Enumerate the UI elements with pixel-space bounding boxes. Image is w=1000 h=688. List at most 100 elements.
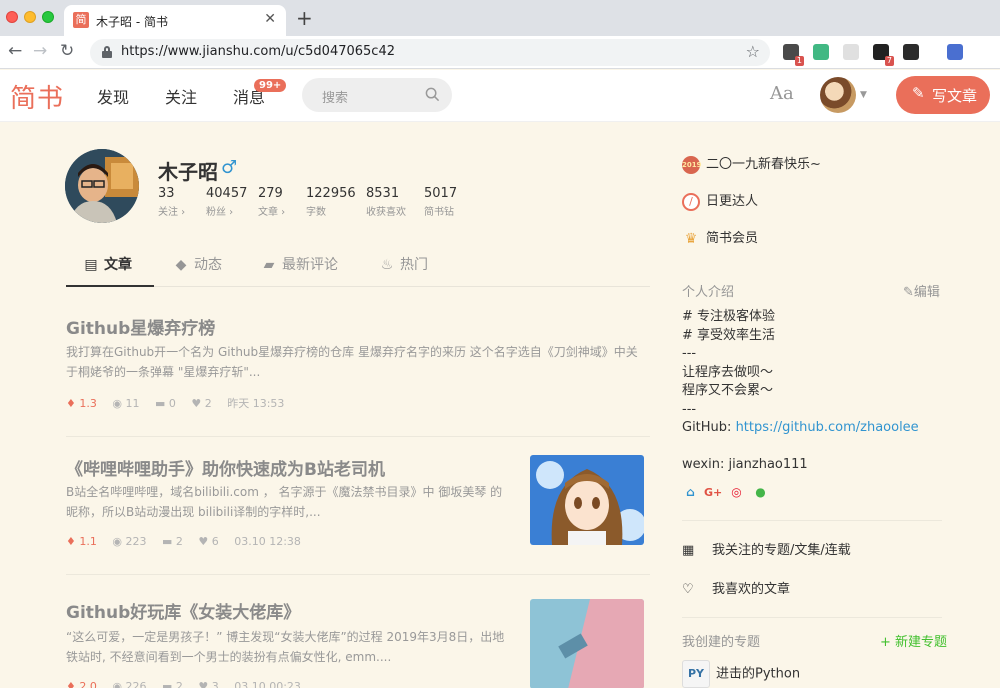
write-article-button[interactable]: ✎ 写文章	[896, 76, 990, 114]
blank-ext-icon[interactable]	[843, 44, 859, 60]
badge-label: 简书会员	[706, 231, 759, 246]
search-icon[interactable]	[425, 87, 440, 102]
address-bar[interactable]: https://www.jianshu.com/u/c5d047065c42 ☆	[90, 39, 770, 66]
new-tab-button[interactable]: +	[296, 6, 313, 30]
comment-count: 0	[168, 397, 176, 410]
stat-articles[interactable]: 279 文章 ›	[258, 186, 285, 218]
feather-pen-icon: ✎	[912, 84, 925, 102]
google-plus-icon[interactable]: G+	[704, 484, 722, 501]
stat-value: 40457	[206, 186, 248, 201]
badge-label: 二〇一九新春快乐~	[706, 157, 821, 172]
music-ext-icon[interactable]	[947, 44, 963, 60]
stat-label: 简书钻	[424, 207, 454, 218]
publish-time: 03.10 00:23	[234, 680, 301, 688]
topic-item[interactable]: PY 进击的Python	[682, 660, 800, 688]
search-placeholder: 搜索	[322, 91, 349, 106]
zoom-window-button[interactable]	[42, 11, 54, 23]
tab-title: 木子昭 - 简书	[96, 15, 168, 29]
article-abstract: B站全名哔哩哔哩，域名bilibili.com ， 名字源于《魔法禁书目录》中 …	[66, 485, 503, 519]
weibo-icon[interactable]: ◎	[728, 484, 745, 501]
article-title[interactable]: Github星爆弃疗榜	[66, 314, 215, 339]
close-window-button[interactable]	[6, 11, 18, 23]
caret-down-icon[interactable]: ▼	[860, 90, 867, 100]
link-followed-topics[interactable]: ▦ 我关注的专题/文集/连载	[682, 539, 851, 558]
x-ext-icon[interactable]	[903, 44, 919, 60]
article-item: 《哔哩哔哩助手》助你快速成为B站老司机 B站全名哔哩哔哩，域名bilibili.…	[66, 437, 650, 575]
github-line: GitHub: https://github.com/zhaoolee	[682, 419, 919, 438]
article-thumbnail[interactable]	[530, 455, 644, 545]
fire-icon: ♨	[380, 257, 394, 273]
pen-badge-icon: /	[682, 192, 700, 211]
write-article-label: 写文章	[932, 87, 978, 105]
comment-count: 2	[175, 535, 183, 548]
comments[interactable]: ▬ 2	[162, 680, 183, 688]
article-title[interactable]: Github好玩库《女装大佬库》	[66, 598, 300, 623]
nav-discover[interactable]: 发现	[97, 84, 129, 108]
reload-icon[interactable]: ↻	[60, 41, 74, 61]
tab-label: 最新评论	[282, 257, 338, 273]
sidebar-divider	[682, 520, 942, 521]
stat-value: 279	[258, 186, 283, 201]
topic-label: 进击的Python	[716, 666, 801, 682]
python-topic-icon: PY	[682, 660, 710, 688]
comments[interactable]: ▬ 0	[155, 397, 176, 410]
back-arrow-icon[interactable]: ←	[8, 41, 22, 61]
crown-icon: ♛	[684, 230, 698, 247]
forward-arrow-icon[interactable]: →	[33, 41, 47, 61]
tab-articles[interactable]: ▤ 文章	[84, 254, 132, 274]
wechat-icon[interactable]: ●	[752, 484, 769, 501]
extension-badge: 7	[884, 56, 894, 66]
tab-hot[interactable]: ♨ 热门	[380, 254, 428, 274]
like-count: 3	[211, 680, 219, 688]
link-label: 我关注的专题/文集/连载	[712, 543, 851, 558]
link-liked-articles[interactable]: ♡ 我喜欢的文章	[682, 578, 790, 597]
stat-followers[interactable]: 40457 粉丝 ›	[206, 186, 247, 218]
badge-label: 日更达人	[706, 194, 759, 209]
browser-tab[interactable]: 简 木子昭 - 简书 ✕	[64, 5, 286, 36]
github-prefix: GitHub:	[682, 420, 736, 435]
stat-following[interactable]: 33 关注 ›	[158, 186, 185, 218]
bio-line: 让程序去做呗～	[682, 364, 774, 380]
github-link[interactable]: https://github.com/zhaoolee	[736, 420, 919, 435]
search-input[interactable]: 搜索	[302, 78, 452, 112]
stat-label: 收获喜欢	[366, 207, 406, 218]
tab-close-icon[interactable]: ✕	[264, 11, 276, 27]
badge-daily-writer[interactable]: / 日更达人	[682, 190, 758, 211]
stat-words: 122956 字数	[306, 186, 356, 218]
tab-activity[interactable]: ◆ 动态	[174, 254, 222, 274]
user-avatar[interactable]	[820, 77, 856, 113]
edit-intro-button[interactable]: ✎编辑	[903, 281, 940, 300]
article-title[interactable]: 《哔哩哔哩助手》助你快速成为B站老司机	[66, 455, 385, 480]
browser-toolbar: ← → ↻ https://www.jianshu.com/u/c5d04706…	[0, 36, 1000, 69]
link-label: 我喜欢的文章	[712, 582, 791, 597]
badge-2019-icon: 2019	[682, 155, 701, 174]
extension-badge: 1	[794, 56, 804, 66]
ext-grid-icon[interactable]: 1	[783, 44, 804, 66]
diamond-count: 1.3	[79, 397, 97, 410]
minimize-window-button[interactable]	[24, 11, 36, 23]
home-icon[interactable]: ⌂	[682, 484, 699, 501]
view-count: 226	[125, 680, 147, 688]
views: ◉ 223	[112, 535, 147, 548]
jianshu-logo[interactable]: 简书	[10, 78, 64, 115]
article-thumbnail[interactable]	[530, 599, 644, 688]
badge-member[interactable]: ♛ 简书会员	[682, 227, 758, 248]
bio-spacer	[682, 438, 919, 456]
badge-new-year[interactable]: 2019 二〇一九新春快乐~	[682, 153, 821, 174]
profile-avatar[interactable]	[65, 149, 139, 223]
male-gender-icon: ♂	[221, 157, 238, 178]
vue-devtools-icon[interactable]	[813, 44, 829, 60]
nav-follow[interactable]: 关注	[165, 84, 197, 108]
stat-diamonds: 5017 简书钻	[424, 186, 457, 218]
view-count: 223	[125, 535, 147, 548]
dark-ext-icon[interactable]: 7	[873, 44, 894, 66]
profile-name: 木子昭	[158, 160, 218, 184]
bookmark-star-icon[interactable]: ☆	[746, 42, 760, 61]
tab-latest-comments[interactable]: ▰ 最新评论	[262, 254, 338, 274]
created-topics-title: 我创建的专题	[682, 635, 761, 650]
stat-label: 文章 ›	[258, 207, 286, 218]
font-size-toggle[interactable]: Aa	[770, 83, 794, 104]
new-topic-button[interactable]: + 新建专题	[880, 631, 947, 650]
stat-value: 8531	[366, 186, 400, 201]
comments[interactable]: ▬ 2	[162, 535, 183, 548]
